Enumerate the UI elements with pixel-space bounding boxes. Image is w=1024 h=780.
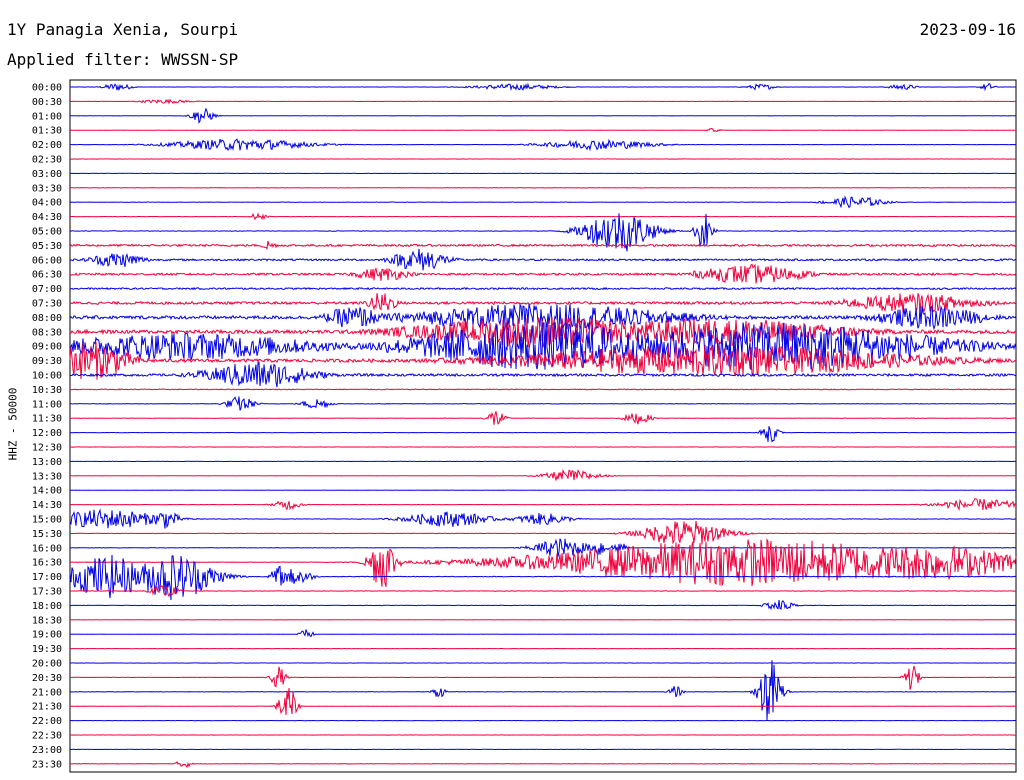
trace-row-0700: [69, 286, 1017, 291]
row-tick-label: 21:30: [32, 702, 62, 713]
plot-frame: [69, 79, 1017, 773]
row-tick-label: 03:00: [32, 169, 62, 180]
row-tick-label: 22:00: [32, 716, 62, 727]
row-tick-label: 16:30: [32, 558, 62, 569]
row-tick-label: 01:30: [32, 126, 62, 137]
row-tick-label: 02:30: [32, 155, 62, 166]
trace-row-1730: [69, 584, 1017, 598]
row-tick-label: 11:00: [32, 399, 62, 410]
trace-row-1000: [69, 361, 1017, 388]
trace-row-0600: [69, 248, 1017, 271]
row-tick-label: 17:00: [32, 572, 62, 583]
row-tick-label: 20:30: [32, 673, 62, 684]
trace-row-0530: [69, 240, 1017, 250]
row-tick-label: 13:30: [32, 471, 62, 482]
row-tick-label: 16:00: [32, 543, 62, 554]
row-tick-label: 15:30: [32, 529, 62, 540]
trace-row-1500: [69, 508, 1017, 529]
row-tick-label: 04:00: [32, 198, 62, 209]
row-tick-label: 09:00: [32, 342, 62, 353]
row-tick-label: 03:30: [32, 183, 62, 194]
row-tick-label: 13:00: [32, 457, 62, 468]
row-tick-label: 07:30: [32, 299, 62, 310]
trace-row-1030: [69, 388, 1017, 391]
row-tick-label: 11:30: [32, 414, 62, 425]
row-tick-label: 02:00: [32, 140, 62, 151]
trace-row-2030: [70, 665, 1016, 690]
trace-row-1430: [70, 498, 1017, 511]
row-tick-label: 12:30: [32, 443, 62, 454]
row-tick-label: 01:00: [32, 111, 62, 122]
row-tick-label: 22:30: [32, 731, 62, 742]
row-tick-label: 00:00: [32, 83, 62, 94]
helicorder-plot: 00:00 00:30 01:00 01:30 02:00 02:30 03:00 03:30…: [32, 79, 1017, 773]
trace-row-0200: [69, 138, 1017, 152]
row-tick-label: 06:30: [32, 270, 62, 281]
trace-row-0730: [69, 293, 1017, 314]
trace-group: [69, 82, 1017, 769]
row-tick-label: 04:30: [32, 212, 62, 223]
row-tick-label: 06:00: [32, 255, 62, 266]
trace-row-2330: [69, 761, 1017, 769]
row-tick-label: 10:30: [32, 385, 62, 396]
trace-row-0030: [69, 98, 1016, 105]
trace-row-0430: [69, 212, 1017, 221]
row-tick-label: 23:30: [32, 759, 62, 770]
trace-row-0130: [69, 127, 1016, 133]
row-tick-label: 05:00: [32, 227, 62, 238]
row-tick-label: 14:30: [32, 500, 62, 511]
trace-row-1530: [70, 520, 1016, 545]
row-tick-label: 08:30: [32, 327, 62, 338]
row-tick-label: 07:00: [32, 284, 62, 295]
row-tick-label: 14:00: [32, 486, 62, 497]
row-tick-label: 18:00: [32, 601, 62, 612]
trace-row-0400: [69, 195, 1017, 209]
trace-row-0100: [70, 107, 1017, 124]
row-tick-label: 10:00: [32, 371, 62, 382]
trace-row-1100: [70, 396, 1017, 411]
row-tick-label: 12:00: [32, 428, 62, 439]
row-tick-label: 00:30: [32, 97, 62, 108]
row-tick-label: 09:30: [32, 356, 62, 367]
trace-row-1600: [69, 538, 1017, 557]
trace-row-1800: [70, 600, 1017, 611]
row-tick-label: 15:00: [32, 515, 62, 526]
trace-row-1200: [69, 426, 1017, 443]
row-tick-label: 23:00: [32, 745, 62, 756]
trace-row-0000: [70, 82, 1016, 92]
row-tick-label: 19:00: [32, 630, 62, 641]
row-tick-label: 21:00: [32, 687, 62, 698]
row-tick-label: 05:30: [32, 241, 62, 252]
trace-row-1130: [70, 411, 1017, 425]
trace-row-0630: [69, 263, 1017, 284]
row-tick-label: 17:30: [32, 587, 62, 598]
trace-row-1330: [70, 468, 1016, 482]
trace-row-2100: [69, 660, 1017, 721]
tick-label-group: 00:00 00:30 01:00 01:30 02:00 02:30 03:00 03:30…: [32, 83, 62, 771]
row-tick-label: 19:30: [32, 644, 62, 655]
trace-row-1900: [69, 629, 1017, 638]
row-tick-label: 18:30: [32, 615, 62, 626]
row-tick-label: 20:00: [32, 659, 62, 670]
row-tick-label: 08:00: [32, 313, 62, 324]
